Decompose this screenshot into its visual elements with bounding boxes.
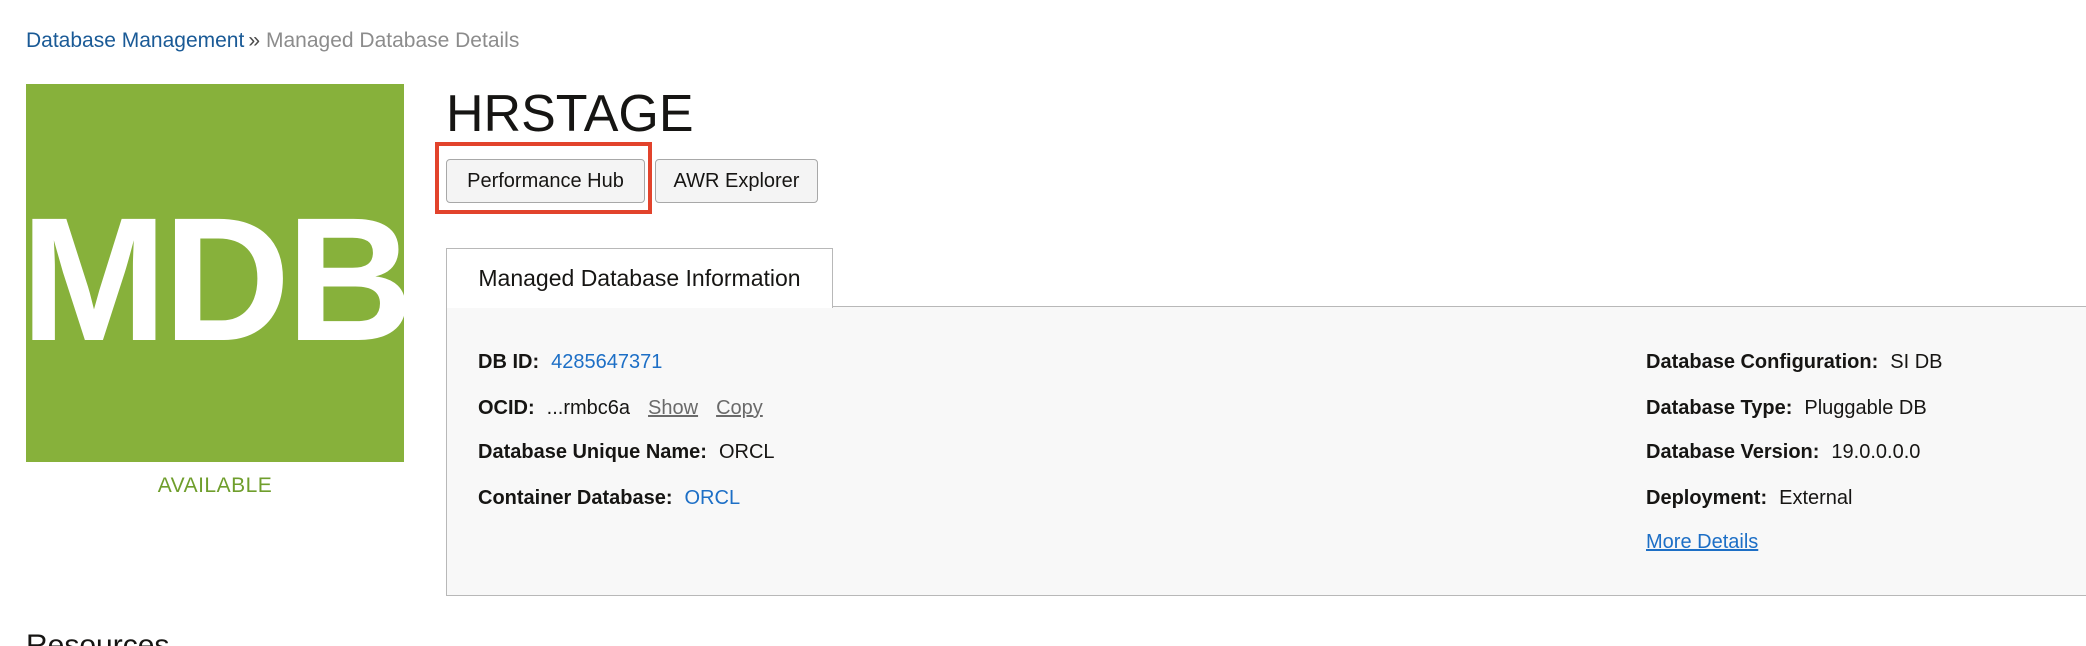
tab-managed-database-information[interactable]: Managed Database Information <box>446 248 833 308</box>
db-id-field: DB ID: 4285647371 <box>478 349 662 375</box>
resources-heading: Resources <box>26 629 170 646</box>
breadcrumb-separator: » <box>248 29 260 52</box>
page-title: HRSTAGE <box>446 85 694 143</box>
managed-database-details-page: Database Management» Managed Database Det… <box>0 0 2086 646</box>
container-db-link[interactable]: ORCL <box>685 487 741 509</box>
db-configuration-field: Database Configuration: SI DB <box>1646 349 1943 375</box>
breadcrumb: Database Management» Managed Database Det… <box>26 28 519 54</box>
db-type-label: Database Type: <box>1646 397 1793 419</box>
database-resource-tile: MDB <box>21 84 413 462</box>
ocid-copy-link[interactable]: Copy <box>716 397 763 419</box>
breadcrumb-current: Managed Database Details <box>266 29 520 52</box>
db-version-field: Database Version: 19.0.0.0.0 <box>1646 439 1920 465</box>
unique-name-label: Database Unique Name: <box>478 441 707 463</box>
container-db-label: Container Database: <box>478 487 673 509</box>
ocid-field: OCID: ...rmbc6a Show Copy <box>478 395 763 421</box>
tile-label: MDB <box>20 182 414 378</box>
deployment-label: Deployment: <box>1646 487 1768 509</box>
ocid-show-link[interactable]: Show <box>648 397 698 419</box>
unique-name-field: Database Unique Name: ORCL <box>478 439 775 465</box>
db-id-link[interactable]: 4285647371 <box>551 351 662 373</box>
performance-hub-button[interactable]: Performance Hub <box>446 159 645 203</box>
deployment-field: Deployment: External <box>1646 485 1853 511</box>
db-version-label: Database Version: <box>1646 441 1820 463</box>
container-db-field: Container Database: ORCL <box>478 485 740 511</box>
ocid-label: OCID: <box>478 397 535 419</box>
db-version-value: 19.0.0.0.0 <box>1831 441 1921 463</box>
breadcrumb-database-management-link[interactable]: Database Management <box>26 29 244 52</box>
unique-name-value: ORCL <box>718 441 775 463</box>
info-panel: DB ID: 4285647371 OCID: ...rmbc6a Show Copy … <box>446 306 2086 596</box>
db-type-value: Pluggable DB <box>1804 397 1927 419</box>
more-details-field: More Details <box>1646 529 1758 555</box>
ocid-value: ...rmbc6a <box>546 397 631 419</box>
db-configuration-label: Database Configuration: <box>1646 351 1879 373</box>
status-badge: AVAILABLE <box>157 474 273 497</box>
db-id-label: DB ID: <box>478 351 540 373</box>
deployment-value: External <box>1779 487 1853 509</box>
more-details-link[interactable]: More Details <box>1646 531 1758 553</box>
awr-explorer-button[interactable]: AWR Explorer <box>655 159 818 203</box>
db-type-field: Database Type: Pluggable DB <box>1646 395 1927 421</box>
db-configuration-value: SI DB <box>1890 351 1943 373</box>
